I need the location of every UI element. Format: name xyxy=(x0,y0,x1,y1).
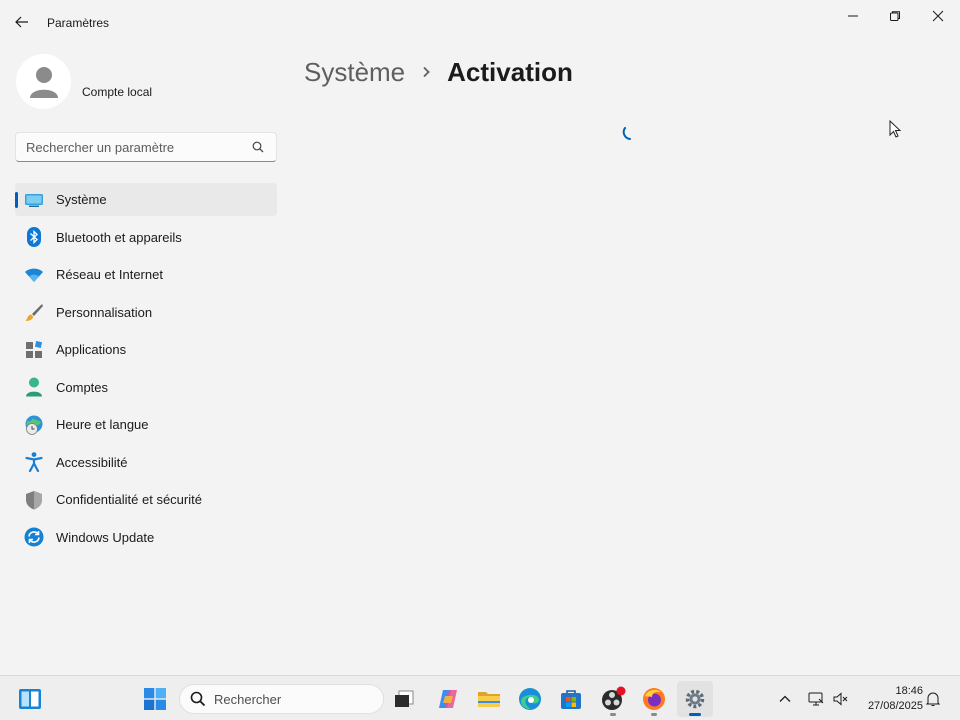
clock-date: 27/08/2025 xyxy=(867,700,923,712)
sidebar-item-applications[interactable]: Applications xyxy=(15,333,277,366)
task-view-button[interactable] xyxy=(386,681,422,717)
task-view-icon xyxy=(395,690,414,707)
minimize-button[interactable] xyxy=(833,4,873,28)
sidebar-item-label: Réseau et Internet xyxy=(56,267,163,282)
system-icon xyxy=(24,190,44,210)
sidebar-item-confidentialite[interactable]: Confidentialité et sécurité xyxy=(15,483,277,516)
clock[interactable]: 18:46 27/08/2025 xyxy=(855,684,923,714)
person-icon xyxy=(24,377,44,397)
taskbar: Rechercher 18:46 27/08/2025 xyxy=(0,675,960,720)
shield-icon xyxy=(24,490,44,510)
wifi-icon xyxy=(24,265,44,285)
back-button[interactable] xyxy=(10,10,34,34)
search-icon[interactable] xyxy=(250,139,266,155)
taskbar-search[interactable]: Rechercher xyxy=(179,684,384,714)
sidebar-item-label: Applications xyxy=(56,342,127,357)
accessibility-icon xyxy=(24,452,44,472)
obs-icon xyxy=(602,686,626,710)
sidebar-item-label: Système xyxy=(56,192,107,207)
firefox-icon xyxy=(643,688,665,710)
apps-icon xyxy=(24,340,44,360)
sidebar-item-reseau[interactable]: Réseau et Internet xyxy=(15,258,277,291)
search-icon xyxy=(190,691,206,707)
obs-button[interactable] xyxy=(595,681,631,717)
widgets-button[interactable] xyxy=(12,681,48,717)
copilot-button[interactable] xyxy=(430,681,466,717)
restore-button[interactable] xyxy=(875,4,915,28)
bell-icon xyxy=(926,692,940,706)
loading-spinner-icon xyxy=(622,127,631,140)
windows-logo-icon xyxy=(144,688,166,710)
volume-muted-icon xyxy=(833,692,848,706)
sidebar-item-bluetooth[interactable]: Bluetooth et appareils xyxy=(15,221,277,254)
store-icon xyxy=(561,690,581,709)
restore-icon xyxy=(890,11,900,21)
clock-time: 18:46 xyxy=(895,685,923,697)
running-indicator xyxy=(610,713,616,716)
sidebar-item-label: Windows Update xyxy=(56,529,155,545)
sidebar-item-label: Confidentialité et sécurité xyxy=(56,492,202,507)
running-indicator xyxy=(689,713,701,716)
file-explorer-button[interactable] xyxy=(471,681,507,717)
volume-tray-button[interactable] xyxy=(829,681,851,717)
minimize-icon xyxy=(848,15,858,17)
brush-icon xyxy=(24,302,44,322)
widgets-icon xyxy=(19,689,41,709)
chevron-right-icon xyxy=(421,66,431,78)
edge-button[interactable] xyxy=(512,681,548,717)
sidebar-item-windows-update[interactable]: Windows Update xyxy=(15,521,277,554)
avatar[interactable] xyxy=(16,54,71,109)
sidebar-item-label: Heure et langue xyxy=(56,417,149,432)
sidebar-nav: Système Bluetooth et appareils Réseau et… xyxy=(15,183,277,558)
start-button[interactable] xyxy=(137,681,173,717)
sidebar-item-comptes[interactable]: Comptes xyxy=(15,371,277,404)
breadcrumb: Système Activation xyxy=(304,54,573,90)
account-name: Compte local xyxy=(82,85,153,99)
edge-icon xyxy=(519,688,541,710)
sidebar-item-systeme[interactable]: Système xyxy=(15,183,277,216)
settings-button[interactable] xyxy=(677,681,713,717)
network-icon xyxy=(808,692,824,706)
store-button[interactable] xyxy=(553,681,589,717)
gear-icon xyxy=(685,689,705,709)
user-avatar-icon xyxy=(29,66,58,98)
title-bar: Paramètres xyxy=(0,0,960,44)
sidebar-item-label: Accessibilité xyxy=(56,454,128,470)
chevron-up-icon xyxy=(779,695,791,702)
taskbar-search-label: Rechercher xyxy=(214,691,282,707)
settings-search-input[interactable] xyxy=(26,139,250,155)
sidebar-item-label: Personnalisation xyxy=(56,304,153,320)
bluetooth-icon xyxy=(24,227,44,247)
mouse-cursor-icon xyxy=(889,120,902,138)
firefox-button[interactable] xyxy=(636,681,672,717)
close-icon xyxy=(932,10,944,22)
notifications-button[interactable] xyxy=(922,681,944,717)
running-indicator xyxy=(651,713,657,716)
settings-search-box[interactable] xyxy=(15,132,277,162)
folder-icon xyxy=(478,692,500,707)
update-icon xyxy=(24,527,44,547)
breadcrumb-parent[interactable]: Système xyxy=(304,57,405,88)
show-hidden-icons-button[interactable] xyxy=(774,681,796,717)
sidebar-item-personnalisation[interactable]: Personnalisation xyxy=(15,296,277,329)
globe-clock-icon xyxy=(24,415,44,435)
sidebar-item-heure-langue[interactable]: Heure et langue xyxy=(15,408,277,441)
app-title: Paramètres xyxy=(47,16,110,30)
sidebar-item-label: Comptes xyxy=(56,379,109,395)
sidebar-item-accessibilite[interactable]: Accessibilité xyxy=(15,446,277,479)
close-button[interactable] xyxy=(918,4,958,28)
network-tray-button[interactable] xyxy=(805,681,827,717)
page-title: Activation xyxy=(447,56,573,87)
arrow-left-icon xyxy=(15,16,28,28)
sidebar-item-label: Bluetooth et appareils xyxy=(56,229,182,245)
copilot-icon xyxy=(439,690,457,708)
